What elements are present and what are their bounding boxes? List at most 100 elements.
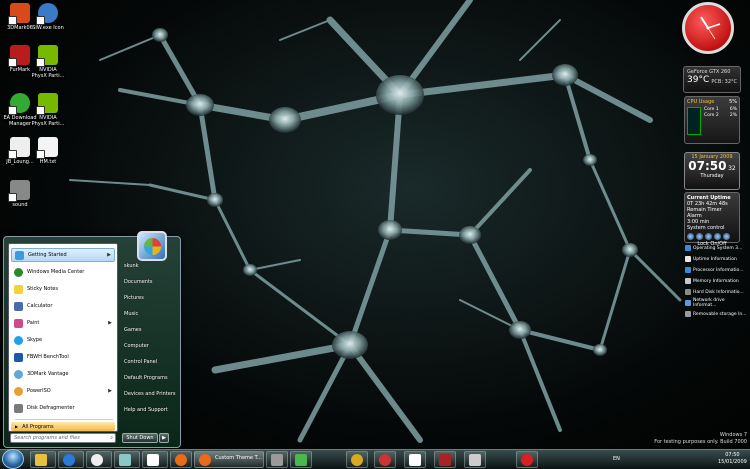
start-item-3dmark-vantage[interactable]: 3DMark Vantage <box>11 367 115 381</box>
media-player-icon <box>63 454 75 466</box>
start-item-paint[interactable]: Paint ▶ <box>11 316 115 330</box>
taskbar-app-d[interactable] <box>374 451 396 468</box>
start-search-input[interactable]: Search programs and files ⌕ <box>10 433 116 443</box>
submenu-arrow-icon[interactable]: ▶ <box>107 252 111 258</box>
start-item-getting-started[interactable]: Getting Started ▶ <box>11 248 115 262</box>
link-operating-system[interactable]: Operating System 3... <box>685 243 747 253</box>
link-label: Network drive Informat... <box>693 298 725 308</box>
system-tray: EN 07:50 15/01/2009 <box>610 451 748 468</box>
gpu-temperature: 39°C <box>687 75 710 85</box>
windows-build-watermark: Windows 7 For testing purposes only. Bui… <box>654 432 747 446</box>
start-right-pictures[interactable]: Pictures <box>122 291 178 305</box>
start-right-documents[interactable]: Documents <box>122 275 178 289</box>
desktop-icon-sound[interactable]: sound <box>3 180 37 208</box>
all-programs-button[interactable]: ▶ All Programs <box>11 422 115 431</box>
start-right-default-programs[interactable]: Default Programs <box>122 371 178 385</box>
all-programs-label: All Programs <box>22 423 54 430</box>
app-c-icon <box>351 454 363 466</box>
logoff-icon[interactable] <box>723 233 730 240</box>
clock-gadget[interactable] <box>682 2 734 54</box>
start-item-label: FBWH BenchTool <box>27 354 69 360</box>
submenu-arrow-icon[interactable]: ▶ <box>108 320 112 326</box>
desktop-icon-hm-txt[interactable]: HM.txt <box>31 137 65 165</box>
start-right-help-support[interactable]: Help and Support <box>122 403 178 417</box>
link-uptime-information[interactable]: Uptime Information <box>685 254 747 264</box>
link-processor-information[interactable]: Processor Informatio... <box>685 265 747 275</box>
taskbar-firefox[interactable] <box>170 451 192 468</box>
restart-icon[interactable] <box>696 233 703 240</box>
start-item-disk-defragmenter[interactable]: Disk Defragmenter <box>11 401 115 415</box>
hard-disk-icon <box>685 289 691 295</box>
shutdown-options-arrow-icon[interactable]: ▶ <box>159 433 169 443</box>
taskbar-app-g[interactable] <box>464 451 486 468</box>
shutdown-icon[interactable] <box>687 233 694 240</box>
start-right-computer[interactable]: Computer <box>122 339 178 353</box>
start-right-games[interactable]: Games <box>122 323 178 337</box>
link-network-drive-information[interactable]: Network drive Informat... <box>685 298 747 308</box>
taskbar-active-window[interactable]: Custom Theme T... <box>194 451 264 468</box>
start-item-label: PowerISO <box>27 388 51 394</box>
taskbar-explorer[interactable] <box>30 451 56 468</box>
link-hard-disk-information[interactable]: Hard Disk Informatio... <box>685 287 747 297</box>
desktop-icon-siw[interactable]: SIW.exe Icon <box>31 3 65 31</box>
start-item-fbwh-benchtool[interactable]: FBWH BenchTool <box>11 350 115 364</box>
ea-icon <box>8 93 30 115</box>
app-f-icon <box>439 454 451 466</box>
defragmenter-icon <box>14 403 23 413</box>
desktop-icon-physx-2[interactable]: NVIDIA PhysX Parti... <box>31 93 65 127</box>
user-avatar[interactable] <box>137 231 167 261</box>
pcb-temperature: PCB: 32°C <box>711 79 737 85</box>
link-memory-information[interactable]: Memory Information <box>685 276 747 286</box>
taskbar-media-player[interactable] <box>58 451 84 468</box>
sleep-icon[interactable] <box>705 233 712 240</box>
taskbar-app-e[interactable] <box>404 451 426 468</box>
desktop-icon-label: HM.txt <box>39 159 57 165</box>
link-label: Operating System 3... <box>693 245 743 251</box>
start-right-user[interactable]: skunk <box>122 259 178 273</box>
uptime-icon <box>685 256 691 262</box>
taskbar-app-f[interactable] <box>434 451 456 468</box>
calendar-clock-gadget[interactable]: 15 January 2009 07:50 32 Thursday <box>684 152 740 190</box>
start-item-label: Sticky Notes <box>27 286 58 292</box>
core2-label: Core 2 <box>704 113 719 118</box>
shutdown-button[interactable]: Shut Down <box>122 433 158 443</box>
link-label: Processor Informatio... <box>693 267 744 273</box>
link-removable-storage[interactable]: Removable storage In... <box>685 309 747 319</box>
calculator-icon <box>14 301 23 311</box>
taskbar-fan[interactable] <box>86 451 112 468</box>
search-icon[interactable]: ⌕ <box>110 435 113 441</box>
watermark-line1: Windows 7 <box>719 432 747 438</box>
taskbar-app-a[interactable] <box>266 451 288 468</box>
network-icon <box>119 454 131 466</box>
start-item-calculator[interactable]: Calculator <box>11 299 115 313</box>
cpu-usage-percent: 5% <box>729 99 737 105</box>
taskbar-network[interactable] <box>114 451 140 468</box>
start-item-poweriso[interactable]: PowerISO ▶ <box>11 384 115 398</box>
text-file-icon <box>36 137 58 159</box>
taskbar-app-b[interactable] <box>290 451 312 468</box>
start-right-devices-printers[interactable]: Devices and Printers <box>122 387 178 401</box>
hibernate-icon[interactable] <box>714 233 721 240</box>
submenu-arrow-icon[interactable]: ▶ <box>108 388 112 394</box>
desktop-icon-physx-1[interactable]: NVIDIA PhysX Parti... <box>31 45 65 79</box>
taskbar-calendar[interactable] <box>142 451 168 468</box>
firefox-icon <box>175 454 187 466</box>
poweriso-icon <box>14 386 23 396</box>
start-right-music[interactable]: Music <box>122 307 178 321</box>
gpu-temperature-gadget[interactable]: GeForce GTX 260 39°C PCB: 32°C <box>683 66 741 93</box>
tray-clock[interactable]: 07:50 15/01/2009 <box>718 452 747 466</box>
language-indicator[interactable]: EN <box>613 456 620 462</box>
start-item-media-center[interactable]: Windows Media Center <box>11 265 115 279</box>
taskbar-app-h[interactable] <box>516 451 538 468</box>
start-item-label: Disk Defragmenter <box>27 405 75 411</box>
cpu-usage-gadget[interactable]: CPU Usage 5% Core 1 6% Core 2 2% <box>684 96 740 144</box>
taskbar-app-c[interactable] <box>346 451 368 468</box>
calendar-time: 07:50 <box>688 159 727 173</box>
link-label: Hard Disk Informatio... <box>693 289 744 295</box>
start-right-control-panel[interactable]: Control Panel <box>122 355 178 369</box>
uptime-gadget[interactable]: Current Uptime 0T 23h 42m 48s Remain Tim… <box>684 192 740 247</box>
start-item-sticky-notes[interactable]: Sticky Notes <box>11 282 115 296</box>
start-item-skype[interactable]: Skype <box>11 333 115 347</box>
nvidia-icon <box>36 93 58 115</box>
start-button[interactable] <box>2 449 24 469</box>
